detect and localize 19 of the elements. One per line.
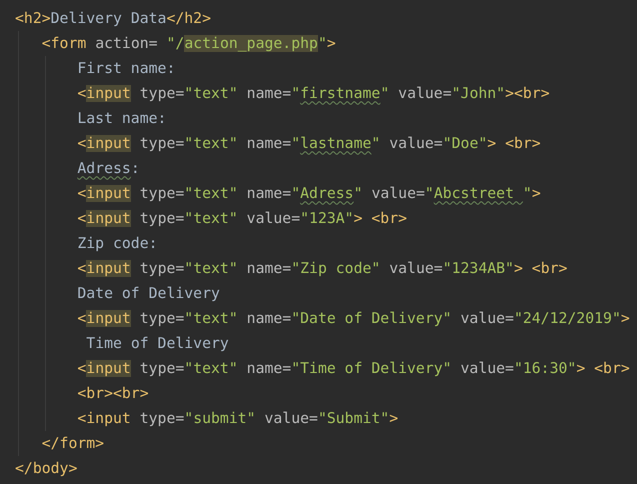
code-line: Adress: (76, 158, 140, 178)
code-line: <br><br> (76, 384, 149, 404)
code-line: Last name: (76, 108, 166, 128)
code-line: <form action= "/action_page.php"> (40, 34, 336, 54)
code-line: <input type="text" name="Date of Delivery" value="24/12/2019"> (76, 308, 630, 328)
code-line: <input type="submit" value="Submit"> (76, 408, 398, 428)
code-line: <input type="text" name="firstname" value="John"><br> (76, 84, 550, 104)
code-line: <input type="text" name="lastname" value="Doe"> <br> (76, 134, 541, 154)
code-line: Date of Delivery (76, 284, 220, 304)
code-line: Time of Delivery (85, 334, 229, 354)
code-line: Zip code: (76, 234, 158, 254)
code-line: First name: (76, 58, 176, 78)
code-line: <input type="text" name="Zip code" value="1234AB"> <br> (76, 258, 568, 278)
code-line: <input type="text" value="123A"> <br> (76, 208, 408, 228)
code-line: <input type="text" name="Adress" value="Abcstreet "> (76, 184, 541, 204)
code-line: <h2>Delivery Data</h2> (15, 8, 211, 28)
code-line: </form> (40, 434, 104, 454)
code-line: <input type="text" name="Time of Delivery" value="16:30"> <br> (76, 358, 630, 378)
code-line: </body> (15, 458, 78, 478)
